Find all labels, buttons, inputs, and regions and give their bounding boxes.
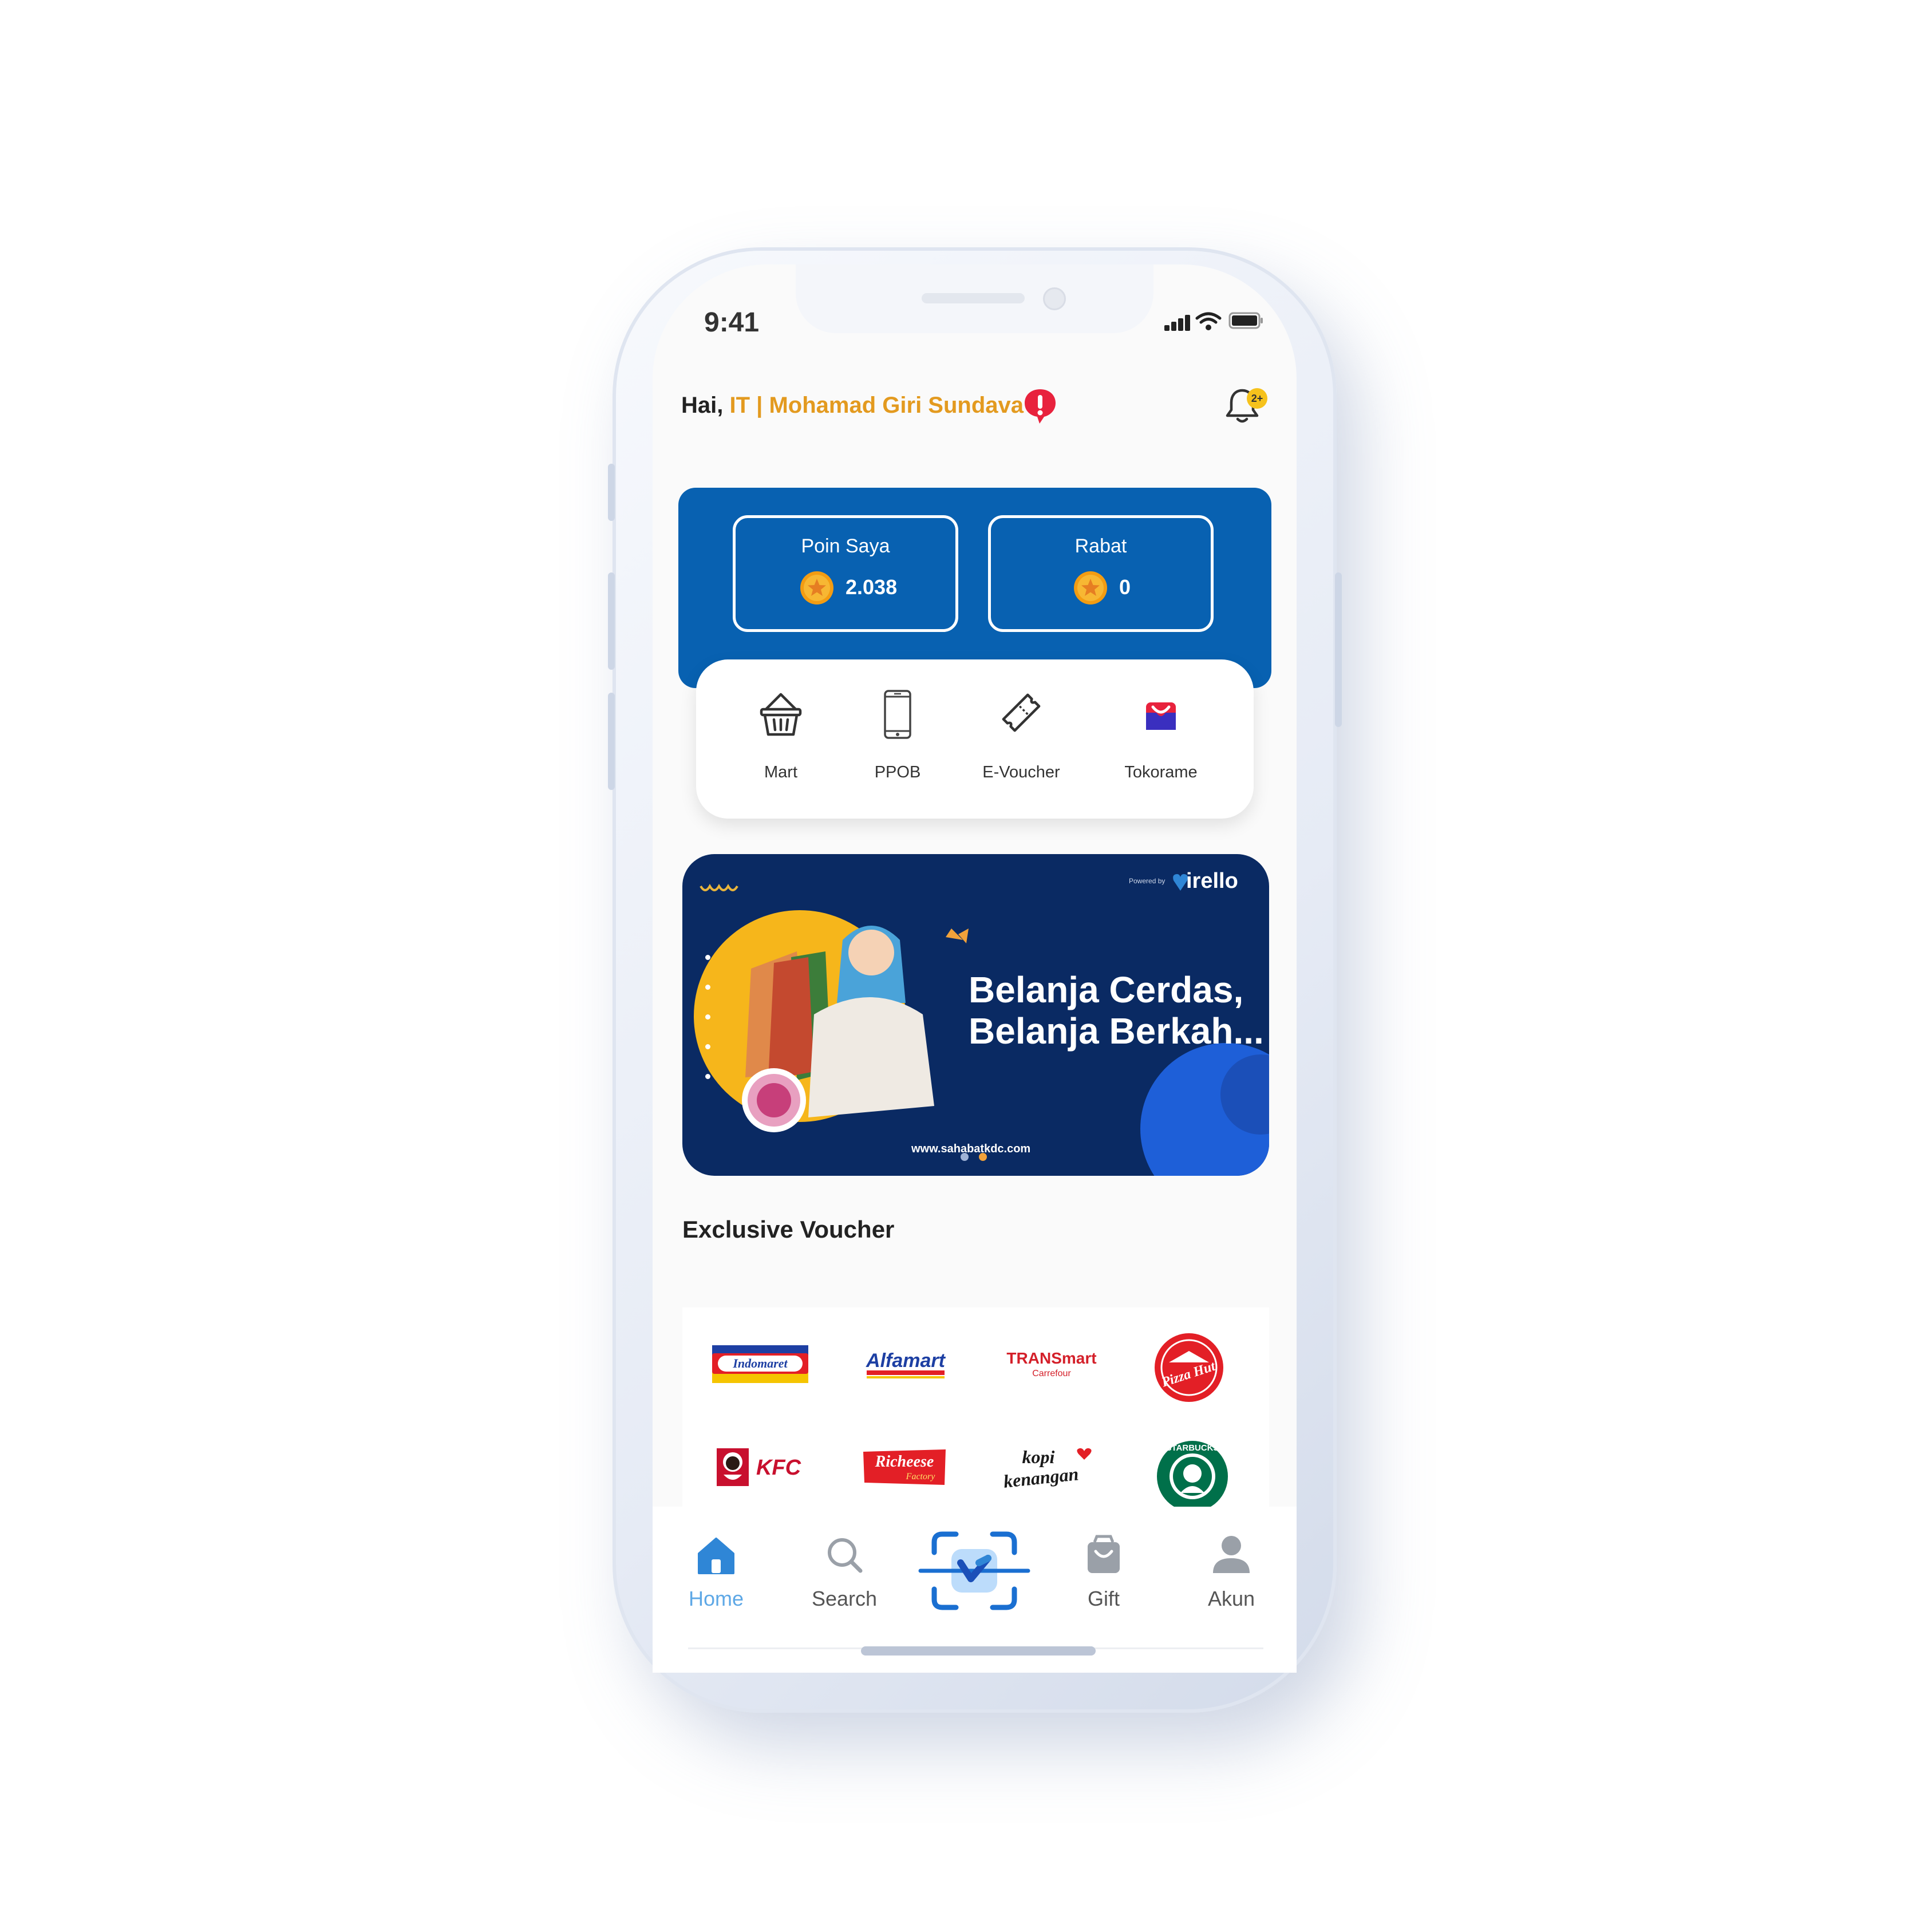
greeting: Hai, IT | Mohamad Giri Sundava	[681, 393, 1024, 418]
pizza-hut-logo: Pizza Hut	[1155, 1333, 1223, 1402]
voucher-richeese[interactable]: Richeese Factory	[861, 1447, 948, 1487]
powered-by-label: Powered by	[1129, 877, 1165, 885]
phone-icon	[884, 690, 911, 739]
voucher-text: Alfamart	[866, 1350, 946, 1372]
nav-label: Gift	[1087, 1587, 1120, 1610]
front-camera	[1043, 287, 1066, 310]
nav-label: Home	[688, 1587, 744, 1610]
notification-badge: 2+	[1247, 388, 1267, 409]
menu-ppob[interactable]: PPOB	[846, 690, 949, 793]
ticket-icon	[1002, 693, 1041, 732]
battery-icon	[1228, 312, 1263, 329]
menu-label: PPOB	[874, 763, 921, 781]
nav-label: Search	[811, 1587, 878, 1610]
voucher-subtext: Factory	[906, 1472, 936, 1481]
nav-label: Akun	[1207, 1587, 1255, 1610]
brand-logo-text: irello	[1186, 869, 1238, 893]
banner-title-line1: Belanja Cerdas,	[969, 969, 1244, 1010]
nav-gift[interactable]: Gift	[1055, 1534, 1152, 1620]
greeting-separator: |	[756, 393, 763, 418]
menu-e-voucher[interactable]: E-Voucher	[970, 690, 1073, 793]
volume-up-button	[608, 572, 615, 670]
voucher-text: kopi	[1022, 1447, 1055, 1467]
voucher-starbucks[interactable]: STARBUCKS	[1155, 1439, 1230, 1508]
user-icon	[1213, 1536, 1250, 1573]
alfamart-logo: Alfamart	[866, 1350, 946, 1378]
nav-akun[interactable]: Akun	[1183, 1534, 1280, 1620]
menu-tokorame[interactable]: Tokorame	[1109, 690, 1212, 793]
carousel-dot[interactable]	[961, 1153, 969, 1161]
basket-icon	[760, 693, 802, 736]
voucher-text: STARBUCKS	[1165, 1443, 1219, 1453]
rabat-box[interactable]: Rabat 0	[988, 515, 1214, 632]
menu-label: E-Voucher	[982, 763, 1060, 781]
voucher-kfc[interactable]: KFC	[714, 1445, 806, 1488]
voucher-text: Indomaret	[732, 1356, 788, 1370]
wifi-icon	[1195, 312, 1222, 330]
tokorame-icon	[1146, 702, 1176, 730]
transmart-logo: TRANSmart Carrefour	[1006, 1349, 1096, 1378]
nav-scan-button[interactable]	[918, 1526, 1030, 1615]
status-time: 9:41	[704, 307, 760, 338]
voucher-transmart[interactable]: TRANSmart Carrefour	[1003, 1344, 1100, 1384]
poin-saya-label: Poin Saya	[801, 535, 890, 557]
search-icon	[828, 1538, 863, 1573]
banner-title-line2: Belanja Berkah...	[969, 1010, 1264, 1052]
richeese-logo: Richeese Factory	[863, 1449, 946, 1485]
starbucks-logo: STARBUCKS	[1157, 1441, 1228, 1508]
shopping-bag-icon	[1088, 1535, 1120, 1573]
voucher-kopi-kenangan[interactable]: kopi kenangan	[998, 1443, 1096, 1494]
alert-icon[interactable]	[1024, 388, 1057, 425]
carousel-dot-active[interactable]	[979, 1153, 987, 1161]
poin-saya-box[interactable]: Poin Saya 2.038	[733, 515, 958, 632]
indomaret-logo: Indomaret	[712, 1345, 808, 1383]
side-button	[608, 464, 615, 521]
greeting-hai: Hai,	[681, 393, 724, 418]
home-indicator[interactable]	[861, 1646, 1096, 1656]
kfc-logo: KFC	[717, 1448, 801, 1486]
voucher-text: KFC	[756, 1456, 801, 1480]
menu-mart[interactable]: Mart	[729, 690, 832, 793]
kopi-kenangan-logo: kopi kenangan	[1002, 1447, 1092, 1492]
coin-icon	[800, 571, 833, 605]
voucher-text: Richeese	[875, 1453, 934, 1471]
voucher-subtext: Carrefour	[1032, 1369, 1071, 1378]
promo-banner[interactable]: Powered by irello Belanja Cerdas, Belanj…	[682, 854, 1269, 1176]
signal-icon	[1164, 314, 1190, 331]
menu-label: Mart	[764, 763, 797, 781]
voucher-grid: Indomaret Alfamart TRANSmart Carrefour P…	[682, 1307, 1269, 1508]
nav-search[interactable]: Search	[796, 1534, 893, 1620]
home-icon	[698, 1538, 734, 1574]
coin-icon	[1074, 571, 1107, 605]
banner-url: www.sahabatkdc.com	[911, 1143, 1031, 1155]
volume-down-button	[608, 693, 615, 790]
user-division: IT	[729, 393, 750, 418]
speaker	[922, 293, 1025, 303]
rabat-value: 0	[1119, 575, 1131, 599]
nav-home[interactable]: Home	[667, 1534, 765, 1620]
menu-label: Tokorame	[1124, 763, 1198, 781]
voucher-text: TRANSmart	[1006, 1349, 1096, 1367]
voucher-pizza-hut[interactable]: Pizza Hut	[1152, 1330, 1226, 1405]
rabat-label: Rabat	[1074, 535, 1127, 557]
poin-saya-value: 2.038	[846, 575, 898, 599]
user-name[interactable]: Mohamad Giri Sundava	[769, 393, 1024, 418]
voucher-alfamart[interactable]: Alfamart	[860, 1344, 951, 1384]
voucher-indomaret[interactable]: Indomaret	[712, 1345, 808, 1383]
voucher-subtext: kenangan	[1002, 1463, 1080, 1492]
section-title: Exclusive Voucher	[682, 1216, 895, 1243]
scan-icon	[918, 1531, 1030, 1610]
power-button	[1335, 572, 1342, 727]
